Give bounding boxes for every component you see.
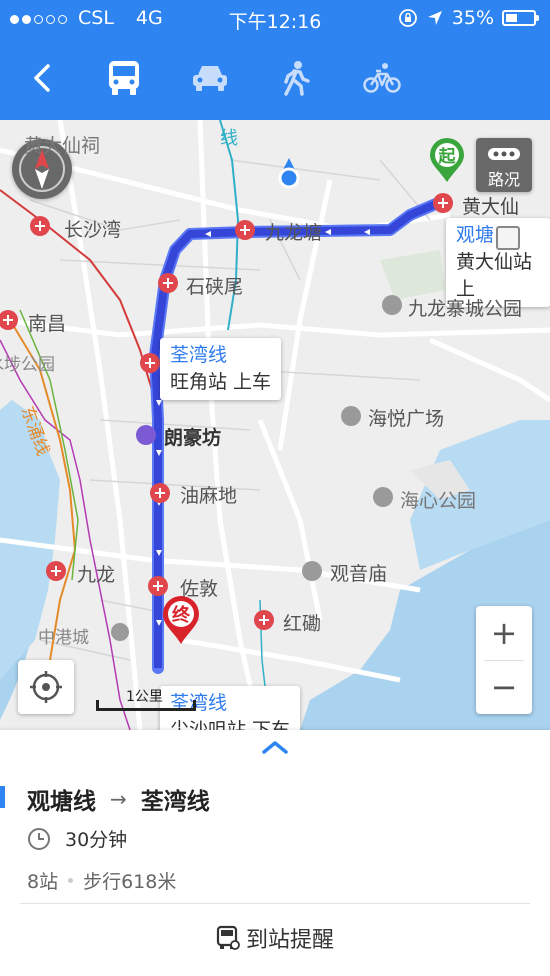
map-label-china-hk-city: 中港城 bbox=[38, 628, 89, 648]
battery-percent: 35% bbox=[451, 7, 494, 29]
bike-icon bbox=[363, 63, 401, 93]
transfer-callout-line: 荃湾线 bbox=[170, 344, 228, 366]
map-label-hung-hom: 红磡 bbox=[283, 613, 322, 635]
chevron-up-icon[interactable] bbox=[260, 738, 290, 756]
start-marker-label: 起 bbox=[438, 147, 456, 167]
clock-icon bbox=[28, 827, 50, 850]
zoom-control: + − bbox=[476, 606, 532, 714]
map-label-wong-tai-sin: 黄大仙 bbox=[462, 196, 520, 218]
map-label-domain-mall: 海悦广场 bbox=[368, 408, 445, 430]
transport-mode-bar bbox=[0, 36, 550, 120]
route-duration: 30分钟 bbox=[27, 825, 127, 852]
map-label-hoi-sum-park: 海心公园 bbox=[400, 490, 477, 512]
map-label-sham-shui-po-park: 深水埗公园 bbox=[0, 355, 55, 375]
arrival-reminder-button[interactable]: 到站提醒 bbox=[0, 922, 550, 954]
scale-label: 1公里 bbox=[126, 689, 163, 705]
crosshair-icon bbox=[30, 671, 62, 703]
car-icon bbox=[193, 66, 227, 91]
location-arrow-icon bbox=[427, 11, 442, 25]
map-label-kowloon-tong: 九龙塘 bbox=[265, 222, 323, 244]
zoom-divider bbox=[484, 660, 524, 661]
battery-icon bbox=[502, 10, 539, 26]
end-callout-action: 尖沙咀站 下车 bbox=[170, 719, 291, 730]
arrival-reminder-label: 到站提醒 bbox=[245, 928, 334, 953]
transfer-station-callout[interactable]: 荃湾线 旺角站 上车 bbox=[160, 338, 282, 400]
map-label-cheung-sha-wan: 长沙湾 bbox=[64, 219, 122, 241]
start-marker[interactable]: 起 bbox=[427, 136, 467, 184]
station-count: 8站 bbox=[27, 871, 59, 893]
mode-bike-tab[interactable] bbox=[358, 54, 406, 102]
map-label-yau-ma-tei: 油麻地 bbox=[180, 485, 238, 507]
mode-walk-tab[interactable] bbox=[272, 54, 320, 102]
status-bar: CSL 4G 下午12:16 35% bbox=[0, 0, 550, 36]
map-label-line-fragment: 线 bbox=[220, 128, 238, 149]
route-arrow: → bbox=[110, 787, 127, 811]
checkbox-icon bbox=[496, 226, 520, 250]
bus-alarm-icon bbox=[216, 925, 240, 950]
transfer-callout-action: 旺角站 上车 bbox=[170, 371, 272, 393]
map-label-kwun-yum-temple: 观音庙 bbox=[330, 563, 388, 585]
meta-separator bbox=[68, 878, 74, 883]
route-title: 观塘线 → 荃湾线 bbox=[27, 782, 210, 816]
map-scale: 1公里 bbox=[96, 686, 196, 716]
map-label-wong-tai-sin-temple: 黄大仙祠 bbox=[24, 135, 101, 157]
map-view[interactable]: 路况 起 观塘 黄大仙站 上 荃湾线 旺角站 上车 终 荃湾线 尖沙咀站 下车 … bbox=[0, 120, 550, 730]
bus-icon bbox=[109, 61, 139, 95]
chevron-left-icon bbox=[34, 64, 50, 92]
mode-car-tab[interactable] bbox=[186, 54, 234, 102]
zoom-in-button[interactable]: + bbox=[476, 610, 532, 656]
back-button[interactable] bbox=[18, 54, 66, 102]
map-label-jordan: 佐敦 bbox=[180, 578, 219, 600]
route-meta: 8站 步行618米 bbox=[27, 867, 176, 894]
map-label-walled-city-park: 九龙寨城公园 bbox=[408, 298, 523, 320]
panel-divider bbox=[20, 903, 530, 904]
locate-me-button[interactable] bbox=[18, 660, 74, 714]
end-marker-label: 终 bbox=[172, 605, 190, 626]
mode-bus-tab[interactable] bbox=[100, 54, 148, 102]
walk-icon bbox=[284, 61, 310, 96]
zoom-out-button[interactable]: − bbox=[476, 664, 532, 710]
traffic-toggle-button[interactable]: 路况 bbox=[476, 138, 532, 192]
route-accent-bar bbox=[0, 786, 5, 808]
map-label-kowloon: 九龙 bbox=[77, 564, 116, 586]
traffic-label: 路况 bbox=[487, 170, 520, 189]
end-marker[interactable]: 终 bbox=[160, 594, 202, 646]
map-label-shek-kip-mei: 石硖尾 bbox=[186, 276, 244, 298]
route-to-line: 荃湾线 bbox=[140, 789, 210, 815]
map-label-langham-place: 朗豪坊 bbox=[164, 427, 222, 449]
route-from-line: 观塘线 bbox=[27, 789, 96, 815]
walk-distance: 步行618米 bbox=[83, 871, 177, 893]
route-summary-panel[interactable]: 观塘线 → 荃湾线 30分钟 8站 步行618米 到站提醒 bbox=[0, 730, 550, 976]
duration-text: 30分钟 bbox=[65, 829, 128, 851]
rotation-lock-icon bbox=[398, 9, 417, 27]
more-dots-icon bbox=[488, 148, 520, 160]
map-label-nam-cheong: 南昌 bbox=[28, 313, 67, 335]
